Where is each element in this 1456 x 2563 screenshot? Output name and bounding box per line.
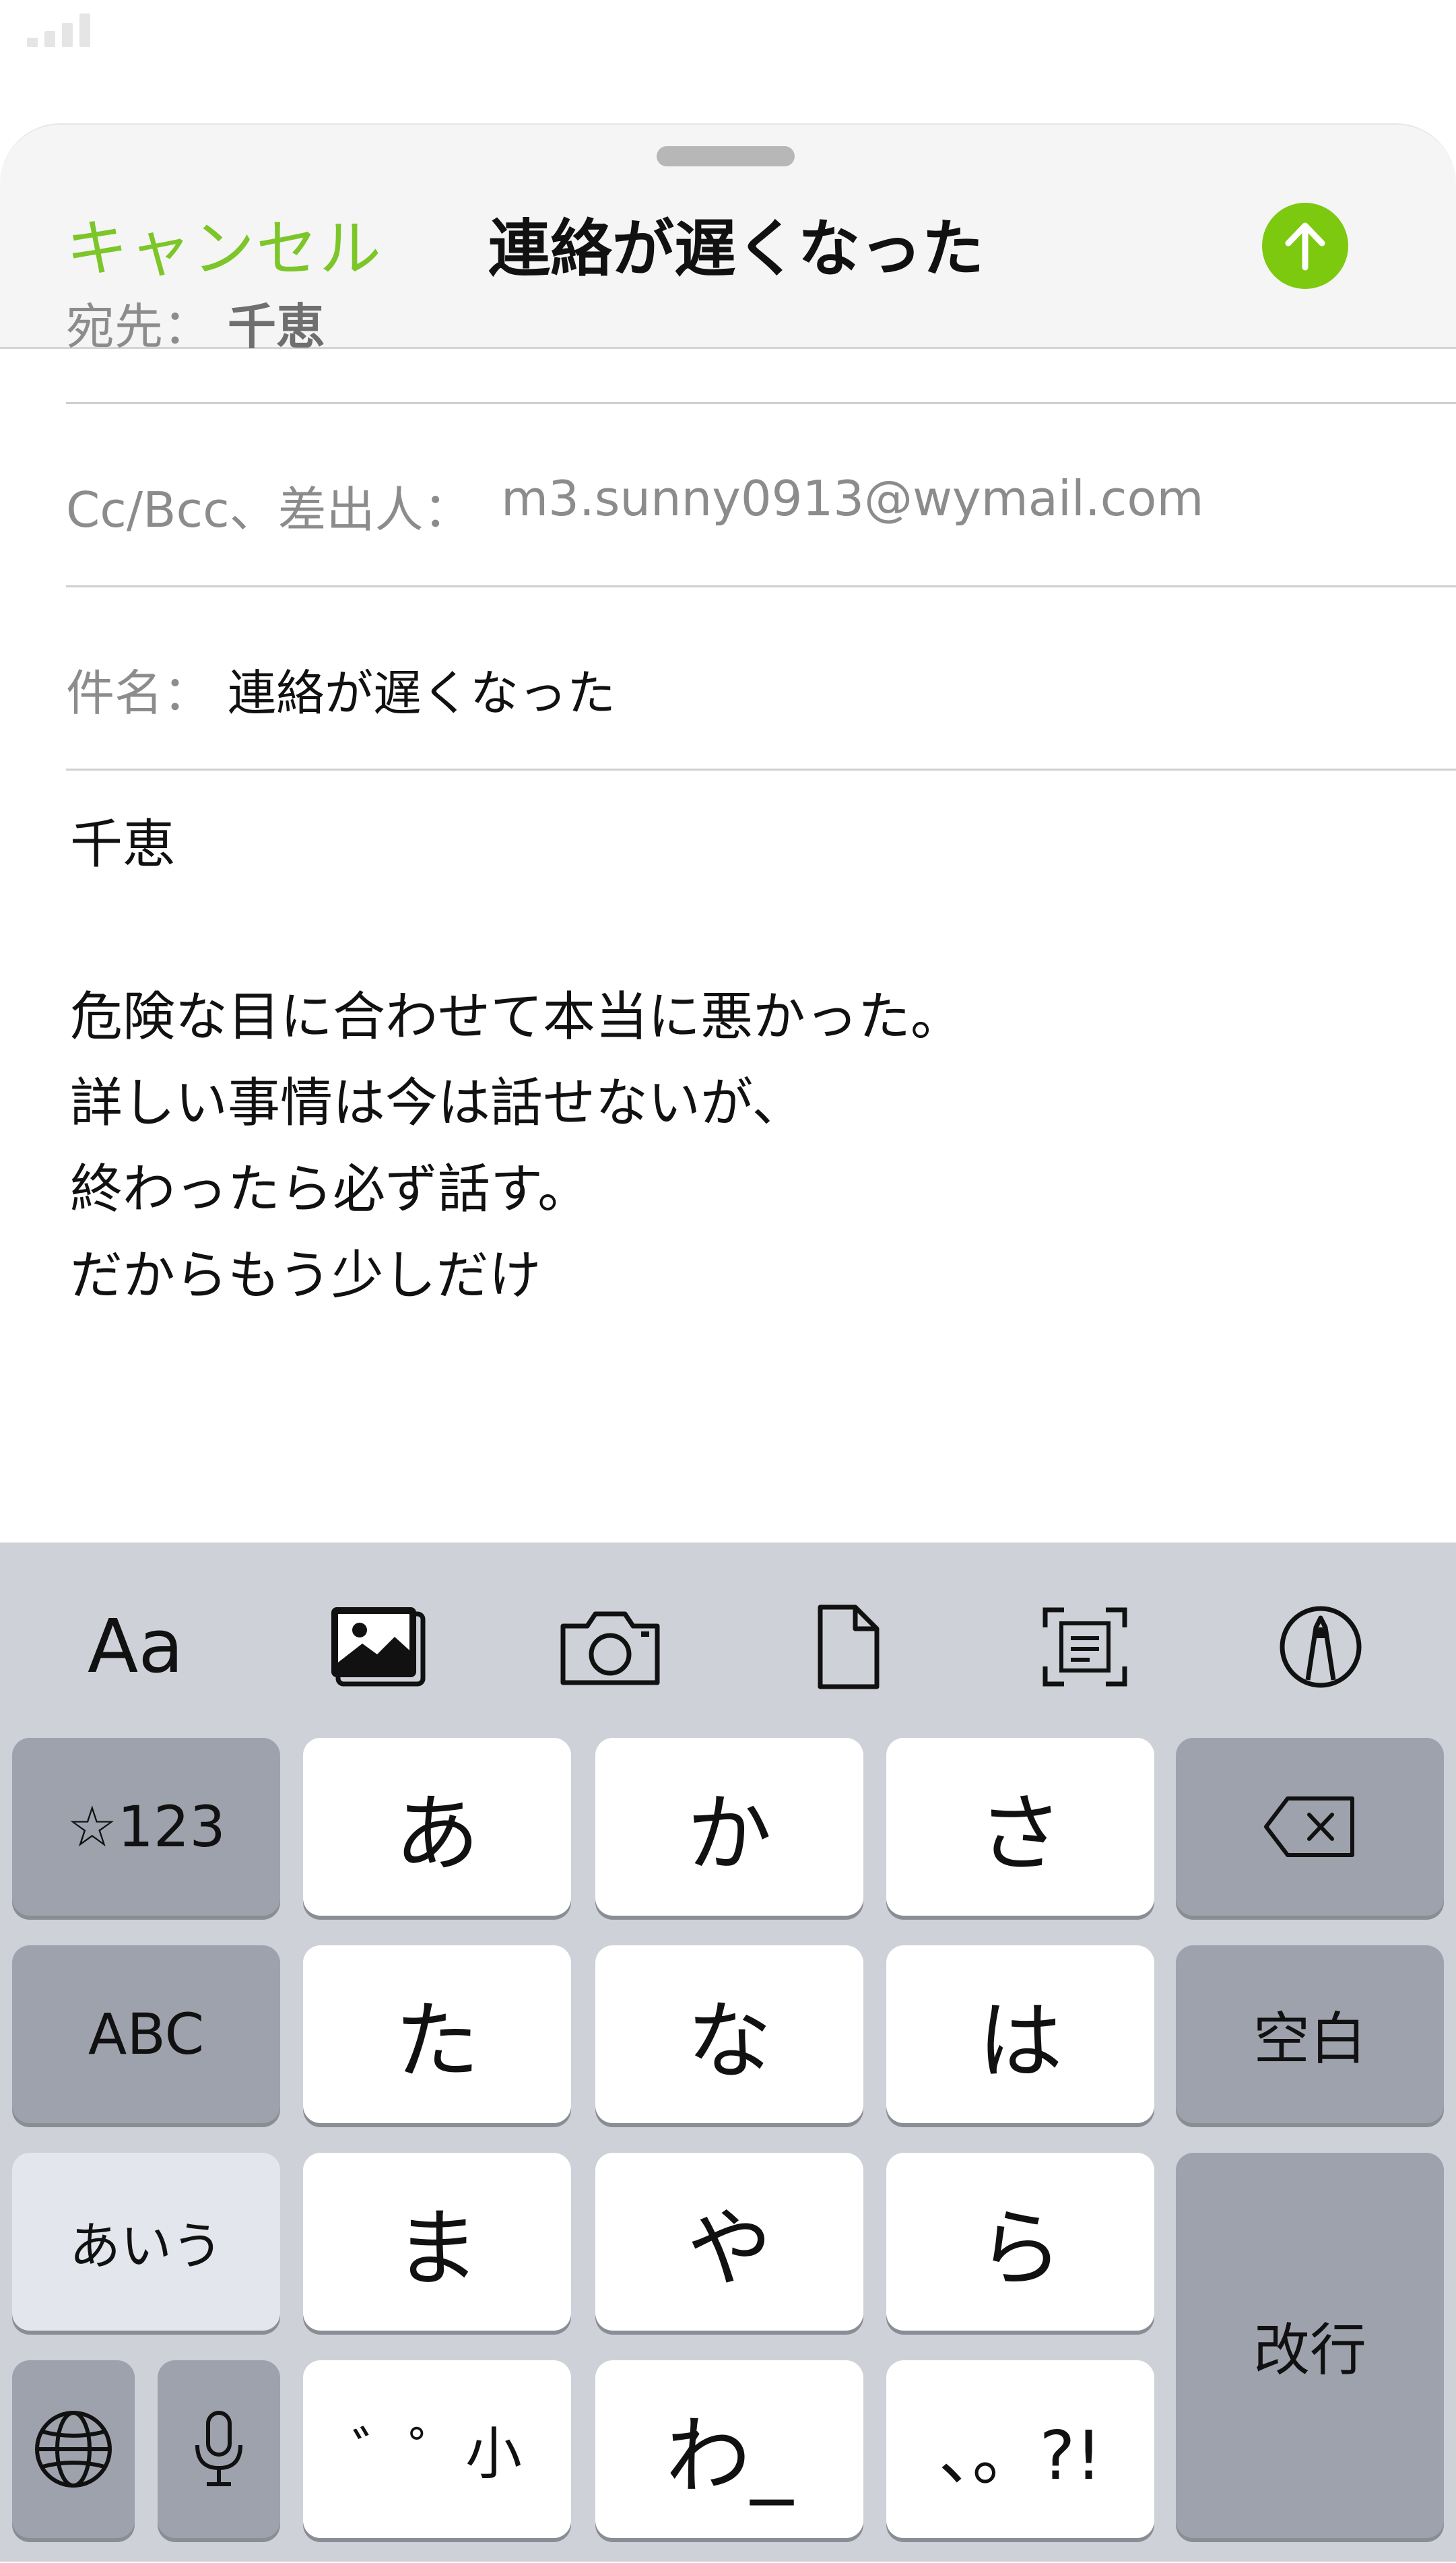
body-line: 終わったら必ず話す。	[70, 1159, 591, 1220]
key-a[interactable]: あ	[303, 1738, 571, 1916]
markup-pen-icon[interactable]	[1278, 1604, 1363, 1689]
key-sa[interactable]: さ	[886, 1738, 1154, 1916]
key-ka[interactable]: か	[595, 1738, 863, 1916]
key-dakuten[interactable]: ゛゜小	[303, 2360, 571, 2538]
key-ra[interactable]: ら	[886, 2153, 1154, 2331]
backspace-key[interactable]	[1176, 1738, 1444, 1916]
key-ta[interactable]: た	[303, 1945, 571, 2123]
space-key[interactable]: 空白	[1176, 1945, 1444, 2123]
dictation-key[interactable]	[158, 2360, 280, 2538]
message-body[interactable]: 千恵 危険な目に合わせて本当に悪かった。 詳しい事情は今は話せないが、 終わった…	[70, 802, 963, 1319]
format-button[interactable]: Aa	[88, 1603, 184, 1689]
sender-address[interactable]: m3.sunny0913@wymail.com	[501, 470, 1204, 527]
key-aiu[interactable]: あいう	[12, 2153, 280, 2331]
body-line: だからもう少しだけ	[70, 1245, 541, 1306]
subject-input[interactable]: 連絡が遅くなった	[228, 653, 616, 724]
subject-field[interactable]: 件名： 連絡が遅くなった	[66, 589, 1456, 771]
body-line	[70, 888, 963, 974]
key-na[interactable]: な	[595, 1945, 863, 2123]
sheet-grabber[interactable]	[657, 146, 795, 166]
document-icon[interactable]	[815, 1603, 882, 1691]
cc-bcc-label: Cc/Bcc、差出人：	[66, 482, 472, 538]
key-symbols[interactable]: ☆123	[12, 1738, 280, 1916]
cc-bcc-field[interactable]: Cc/Bcc、差出人： m3.sunny0913@wymail.com	[66, 405, 1456, 587]
globe-key[interactable]	[12, 2360, 135, 2538]
keyboard: Aa ☆123 あ か さ ABC た な は 空白 あいう ま や ら 改行 …	[0, 1543, 1456, 2562]
status-bar	[0, 0, 1456, 121]
key-ha[interactable]: は	[886, 1945, 1154, 2123]
to-label: 宛先：	[66, 298, 212, 355]
to-field[interactable]: 宛先： 千恵	[66, 222, 1456, 404]
subject-label: 件名：	[66, 665, 212, 721]
globe-icon	[35, 2411, 112, 2488]
scan-document-icon[interactable]	[1041, 1604, 1129, 1689]
body-line: 詳しい事情は今は話せないが、	[70, 1073, 805, 1134]
photo-library-icon[interactable]	[329, 1604, 427, 1688]
key-wa[interactable]: わ_	[595, 2360, 863, 2538]
body-line: 危険な目に合わせて本当に悪かった。	[70, 987, 964, 1047]
to-recipient[interactable]: 千恵	[228, 287, 325, 358]
microphone-icon	[195, 2411, 242, 2486]
key-ma[interactable]: ま	[303, 2153, 571, 2331]
backspace-icon	[1264, 1796, 1354, 1857]
signal-icon	[27, 13, 90, 47]
key-ya[interactable]: や	[595, 2153, 863, 2331]
camera-icon[interactable]	[558, 1607, 663, 1688]
body-line: 千恵	[70, 814, 176, 875]
return-key[interactable]: 改行	[1176, 2153, 1444, 2538]
key-abc[interactable]: ABC	[12, 1945, 280, 2123]
key-punctuation[interactable]: 、。?!	[886, 2360, 1154, 2538]
